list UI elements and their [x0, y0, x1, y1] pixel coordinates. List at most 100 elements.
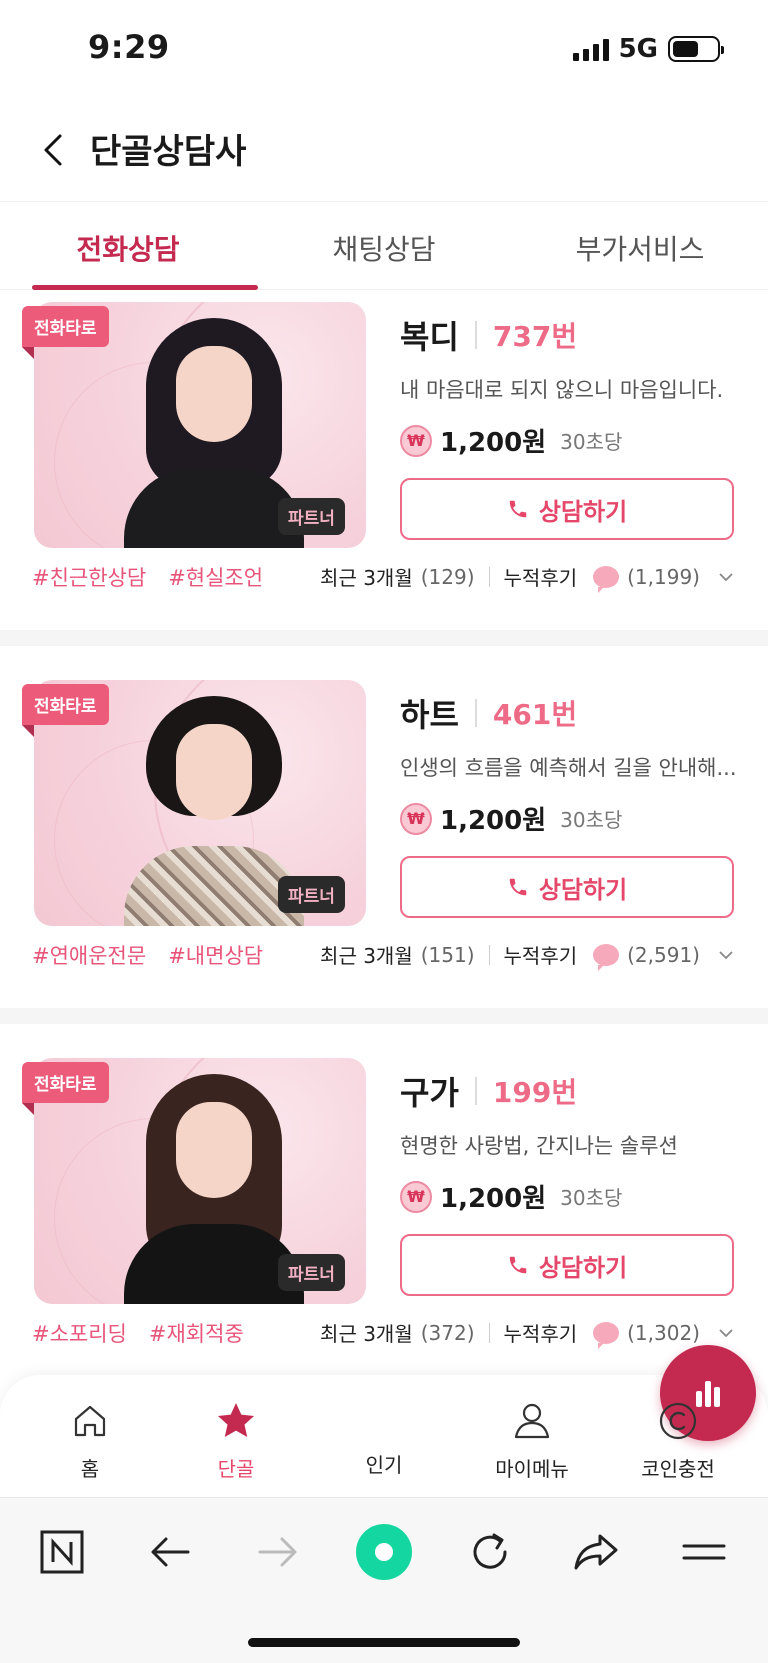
recent-count: (129) — [420, 564, 475, 589]
tag[interactable]: #소포리딩 — [32, 1318, 127, 1348]
back-arrow-icon[interactable] — [36, 130, 72, 170]
nav-popular-label: 인기 — [365, 1453, 403, 1477]
tag[interactable]: #내면상담 — [168, 940, 263, 970]
star-icon — [218, 1403, 254, 1437]
tab-chat-consult[interactable]: 채팅상담 — [256, 202, 512, 289]
consult-button[interactable]: 상담하기 — [400, 856, 734, 918]
price-unit: 30초당 — [560, 430, 623, 454]
browser-toolbar — [0, 1497, 768, 1663]
won-coin-icon: ₩ — [400, 802, 432, 835]
home-icon — [74, 1405, 106, 1437]
status-time: 9:29 — [88, 28, 170, 66]
refresh-icon[interactable] — [460, 1522, 520, 1582]
person-icon — [514, 1403, 550, 1439]
review-stats[interactable]: 최근 3개월 (372) 누적후기 (1,302) — [320, 1318, 734, 1349]
review-stats[interactable]: 최근 3개월 (151) 누적후기 (2,591) — [320, 940, 734, 971]
consult-label: 상담하기 — [538, 875, 628, 904]
counselor-portrait — [124, 308, 304, 548]
counselor-portrait — [124, 686, 304, 926]
reviews-label: 누적후기 — [503, 566, 578, 590]
tag-list: #소포리딩 #재회적중 — [32, 1318, 244, 1348]
recent-label: 최근 3개월 — [320, 1322, 413, 1346]
phone-icon — [509, 1256, 527, 1274]
nav-home[interactable]: 홈 — [30, 1375, 150, 1482]
phone-icon — [509, 878, 527, 896]
consult-label: 상담하기 — [538, 1253, 628, 1282]
chat-bubble-icon — [593, 943, 620, 971]
forward-icon[interactable] — [248, 1522, 308, 1582]
home-indicator — [248, 1638, 520, 1647]
tab-extra-services[interactable]: 부가서비스 — [512, 202, 768, 289]
reviews-label: 누적후기 — [503, 944, 578, 968]
won-coin-icon: ₩ — [400, 1180, 432, 1213]
bottom-nav: 홈 단골 인기 마이메뉴 코인충전 — [0, 1345, 768, 1497]
chat-bubble-icon — [593, 565, 620, 593]
chevron-down-icon[interactable] — [718, 569, 734, 585]
reviews-count: (1,199) — [627, 564, 700, 589]
back-icon[interactable] — [140, 1522, 200, 1582]
tag[interactable]: #연애운전문 — [32, 940, 146, 970]
nav-favorites[interactable]: 단골 — [176, 1375, 296, 1482]
status-bar: 9:29 5G — [0, 0, 768, 100]
battery-icon — [668, 36, 724, 62]
chat-bubble-icon — [593, 1321, 620, 1349]
recent-label: 최근 3개월 — [320, 944, 413, 968]
tag[interactable]: #재회적중 — [149, 1318, 244, 1348]
type-badge: 전화타로 — [22, 1062, 109, 1115]
share-icon[interactable] — [566, 1522, 626, 1582]
price-unit: 30초당 — [560, 808, 623, 832]
counselor-card[interactable]: 전화타로 파트너 복디 737번 내 마음대로 되지 않으니 마음입니다. ₩ … — [0, 292, 768, 652]
counselor-description: 인생의 흐름을 예측해서 길을 안내해... — [400, 756, 737, 780]
counselor-name: 구가 — [400, 1074, 459, 1112]
reviews-count: (2,591) — [627, 942, 700, 967]
nav-mymenu[interactable]: 마이메뉴 — [472, 1375, 592, 1482]
counselor-card[interactable]: 전화타로 파트너 하트 461번 인생의 흐름을 예측해서 길을 안내해... … — [0, 670, 768, 1030]
reviews-label: 누적후기 — [503, 1322, 578, 1346]
tab-bar: 전화상담 채팅상담 부가서비스 — [0, 202, 768, 290]
page-header: 단골상담사 — [0, 100, 768, 202]
tag-list: #연애운전문 #내면상담 — [32, 940, 263, 970]
page-title: 단골상담사 — [90, 132, 247, 172]
consult-label: 상담하기 — [538, 497, 628, 526]
menu-icon[interactable] — [674, 1522, 734, 1582]
type-badge: 전화타로 — [22, 306, 109, 359]
nav-coin-charge[interactable]: 코인충전 — [618, 1375, 738, 1482]
recent-label: 최근 3개월 — [320, 566, 413, 590]
counselor-name: 복디 — [400, 318, 459, 356]
phone-icon — [509, 500, 527, 518]
counselor-card[interactable]: 전화타로 파트너 구가 199번 현명한 사랑법, 간지나는 솔루션 ₩ 1,2… — [0, 1048, 768, 1408]
chevron-down-icon[interactable] — [718, 947, 734, 963]
counselor-name: 하트 — [400, 696, 459, 734]
coin-c-icon — [659, 1402, 697, 1440]
signal-icon — [572, 37, 609, 61]
price-unit: 30초당 — [560, 1186, 623, 1210]
reviews-count: (1,302) — [627, 1320, 700, 1345]
counselor-number: 199번 — [492, 1076, 578, 1109]
counselor-portrait — [124, 1064, 304, 1304]
tab-phone-consult[interactable]: 전화상담 — [0, 202, 258, 290]
partner-badge: 파트너 — [278, 1254, 345, 1291]
green-dot-icon[interactable] — [354, 1522, 414, 1582]
section-divider — [0, 1008, 768, 1024]
tag[interactable]: #현실조언 — [168, 562, 263, 592]
won-coin-icon: ₩ — [400, 424, 432, 457]
nav-popular[interactable]: 인기 — [324, 1345, 756, 1478]
price: 1,200원 — [440, 806, 547, 836]
recent-count: (372) — [420, 1320, 475, 1345]
nav-coin-charge-label: 코인충전 — [641, 1457, 715, 1481]
partner-badge: 파트너 — [278, 876, 345, 913]
counselor-number: 461번 — [492, 698, 578, 731]
price: 1,200원 — [440, 428, 547, 458]
counselor-number: 737번 — [492, 320, 578, 353]
naver-n-icon[interactable] — [32, 1522, 92, 1582]
chevron-down-icon[interactable] — [718, 1325, 734, 1341]
nav-mymenu-label: 마이메뉴 — [495, 1457, 569, 1481]
price: 1,200원 — [440, 1184, 547, 1214]
consult-button[interactable]: 상담하기 — [400, 478, 734, 540]
partner-badge: 파트너 — [278, 498, 345, 535]
recent-count: (151) — [420, 942, 475, 967]
consult-button[interactable]: 상담하기 — [400, 1234, 734, 1296]
network-label: 5G — [618, 34, 658, 64]
tag[interactable]: #친근한상담 — [32, 562, 146, 592]
review-stats[interactable]: 최근 3개월 (129) 누적후기 (1,199) — [320, 562, 734, 593]
